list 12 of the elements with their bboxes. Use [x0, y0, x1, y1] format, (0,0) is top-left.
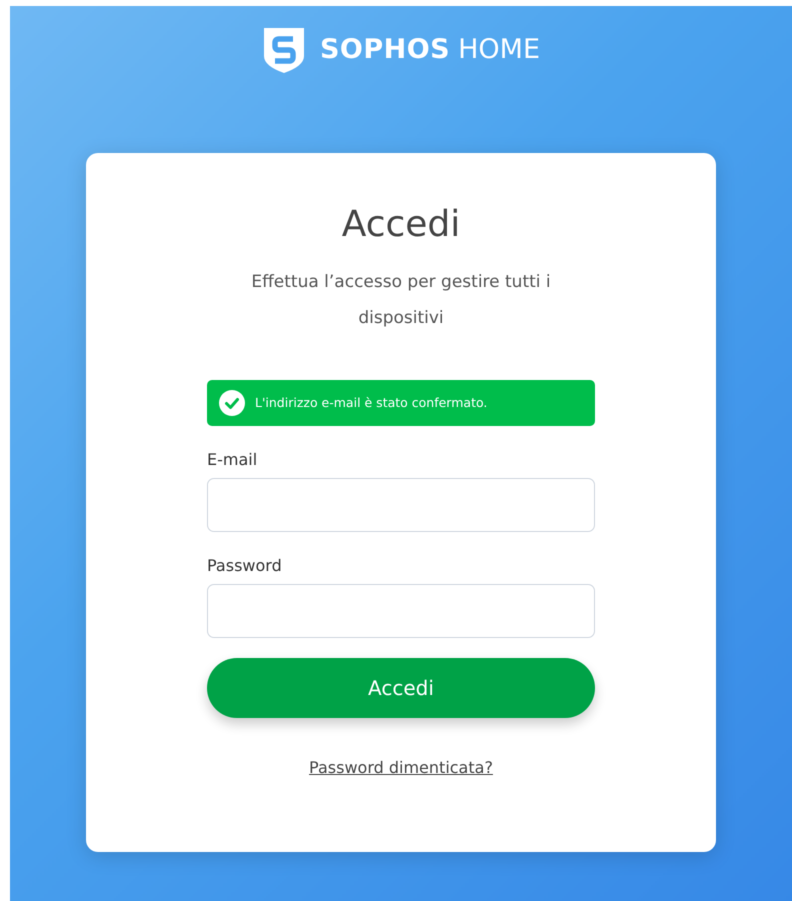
input-field[interactable]: [207, 478, 595, 532]
page-title: Accedi: [342, 203, 460, 246]
forgot-password-link[interactable]: Password dimenticata?: [309, 756, 493, 780]
input-field[interactable]: [207, 584, 595, 638]
field-label: E-mail: [207, 449, 258, 472]
subtitle: Effettua l’accesso per gestire tutti i dispositivi: [250, 271, 552, 330]
brand-name: SOPHOS: [320, 32, 450, 67]
field-label: Password: [207, 555, 282, 578]
check-circle-icon: [219, 390, 245, 416]
shield-logo-icon: [262, 26, 306, 74]
brand-suffix: HOME: [458, 32, 540, 67]
alert-message: L'indirizzo e-mail è stato confermato.: [255, 394, 488, 412]
